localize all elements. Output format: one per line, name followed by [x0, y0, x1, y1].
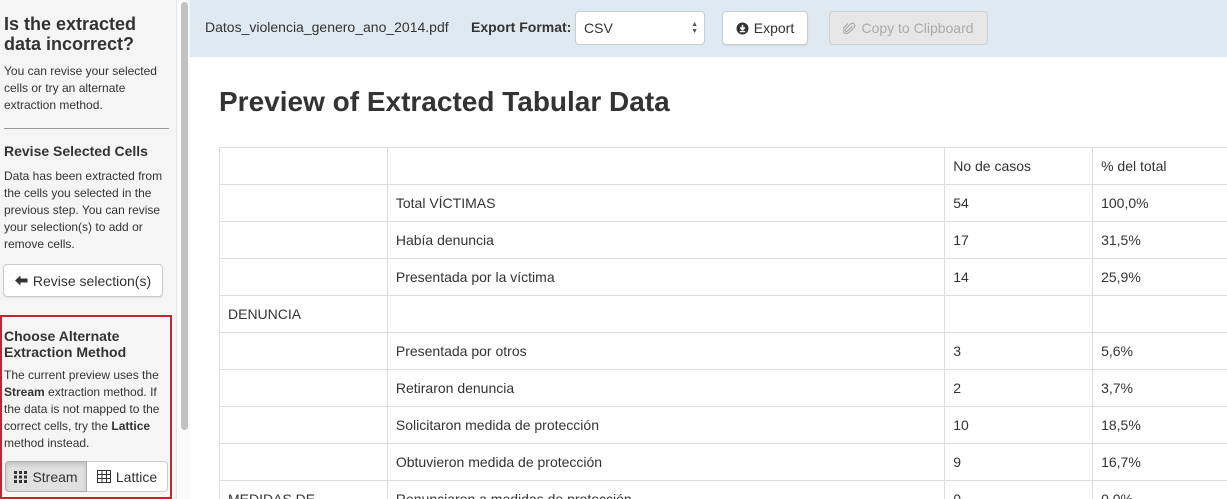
- table-cell: No de casos: [944, 147, 1094, 185]
- sidebar: Is the extracted data incorrect? You can…: [0, 0, 176, 499]
- revise-text: Data has been extracted from the cells y…: [4, 169, 163, 251]
- table-cell: [219, 258, 388, 296]
- export-format-label: Export Format:: [471, 19, 572, 35]
- revise-selection-button[interactable]: Revise selection(s): [3, 264, 163, 297]
- table-cell: Total VÍCTIMAS: [386, 184, 946, 222]
- alternate-method-text: The current preview uses the Stream extr…: [4, 368, 160, 450]
- table-cell: [219, 147, 388, 185]
- table-cell: Presentada por la víctima: [386, 258, 946, 296]
- copy-to-clipboard-button[interactable]: Copy to Clipboard: [829, 11, 988, 45]
- table-cell: [219, 332, 388, 370]
- revise-selection-label: Revise selection(s): [32, 272, 152, 289]
- table-cell: 17: [944, 221, 1094, 259]
- lattice-method-button[interactable]: Lattice: [87, 461, 168, 492]
- table-cell: 54: [944, 184, 1094, 222]
- table-row: MEDIDAS DE Renunciaron a medidas de prot…: [219, 480, 1227, 499]
- table-grid-icon: [96, 470, 111, 483]
- alternate-method-heading: Choose Alternate Extraction Method: [4, 328, 127, 360]
- export-format-select[interactable]: CSV ▲ ▼: [575, 11, 705, 45]
- table-cell: 5,6%: [1092, 332, 1227, 370]
- table-row: Solicitaron medida de protección 10 18,5…: [219, 406, 1227, 444]
- table-cell: % del total: [1092, 147, 1227, 185]
- grid-dots-icon: [14, 470, 28, 483]
- table-cell: 16,7%: [1092, 443, 1227, 481]
- table-cell: [219, 184, 388, 222]
- revise-heading: Revise Selected Cells: [4, 143, 148, 159]
- table-cell: 3: [944, 332, 1094, 370]
- table-cell: 100,0%: [1092, 184, 1227, 222]
- table-cell: 3,7%: [1092, 369, 1227, 407]
- table-cell: 25,9%: [1092, 258, 1227, 296]
- select-arrows-icon: ▲ ▼: [691, 21, 698, 35]
- table-cell: [219, 369, 388, 407]
- table-row: Obtuvieron medida de protección 9 16,7%: [219, 443, 1227, 481]
- copy-button-label: Copy to Clipboard: [861, 20, 974, 36]
- table-cell: [944, 295, 1094, 333]
- export-format-value: CSV: [584, 20, 613, 36]
- stream-label: Stream: [32, 468, 78, 485]
- method-toggle-group: Stream Lattice: [5, 461, 168, 492]
- table-cell: 0,0%: [1092, 480, 1227, 499]
- table-cell: MEDIDAS DE: [219, 480, 388, 499]
- export-toolbar: Datos_violencia_genero_ano_2014.pdf Expo…: [190, 0, 1227, 57]
- stream-method-button[interactable]: Stream: [5, 461, 87, 492]
- page-title: Preview of Extracted Tabular Data: [219, 86, 670, 117]
- table-cell: Renunciaron a medidas de protección: [386, 480, 946, 499]
- sidebar-title: Is the extracted data incorrect?: [4, 14, 137, 54]
- table-cell: [219, 443, 388, 481]
- export-button[interactable]: Export: [722, 11, 808, 45]
- table-cell: Obtuvieron medida de protección: [386, 443, 946, 481]
- table-cell: Retiraron denuncia: [386, 369, 946, 407]
- table-cell: 2: [944, 369, 1094, 407]
- sidebar-divider: [4, 128, 169, 129]
- export-button-label: Export: [753, 20, 795, 36]
- table-cell: Presentada por otros: [386, 332, 946, 370]
- arrow-left-icon: [14, 275, 28, 286]
- table-row: Retiraron denuncia 2 3,7%: [219, 369, 1227, 407]
- sidebar-intro-text: You can revise your selected cells or tr…: [4, 64, 157, 112]
- table-cell: DENUNCIA: [219, 295, 388, 333]
- table-cell: [219, 221, 388, 259]
- table-cell: Solicitaron medida de protección: [386, 406, 946, 444]
- table-cell: [219, 406, 388, 444]
- download-circle-icon: [736, 22, 749, 35]
- table-row: Presentada por la víctima 14 25,9%: [219, 258, 1227, 296]
- table-cell: 14: [944, 258, 1094, 296]
- table-row: No de casos % del total: [219, 147, 1227, 185]
- table-cell: [386, 147, 946, 185]
- table-row: Había denuncia 17 31,5%: [219, 221, 1227, 259]
- table-cell: [1092, 295, 1227, 333]
- table-row: Total VÍCTIMAS 54 100,0%: [219, 184, 1227, 222]
- table-cell: 0: [944, 480, 1094, 499]
- lattice-label: Lattice: [115, 468, 158, 485]
- table-row: DENUNCIA: [219, 295, 1227, 333]
- paperclip-icon: [843, 22, 856, 35]
- alternate-method-panel: Choose Alternate Extraction Method The c…: [0, 315, 172, 499]
- table-cell: 31,5%: [1092, 221, 1227, 259]
- table-cell: 9: [944, 443, 1094, 481]
- table-cell: [386, 295, 946, 333]
- table-cell: Había denuncia: [386, 221, 946, 259]
- sidebar-scrollbar[interactable]: [176, 0, 190, 499]
- pdf-filename: Datos_violencia_genero_ano_2014.pdf: [205, 19, 449, 35]
- table-row: Presentada por otros 3 5,6%: [219, 332, 1227, 370]
- extracted-data-table: No de casos % del total Total VÍCTIMAS 5…: [219, 147, 1227, 499]
- table-cell: 10: [944, 406, 1094, 444]
- table-cell: 18,5%: [1092, 406, 1227, 444]
- sidebar-scroll-thumb[interactable]: [181, 2, 188, 430]
